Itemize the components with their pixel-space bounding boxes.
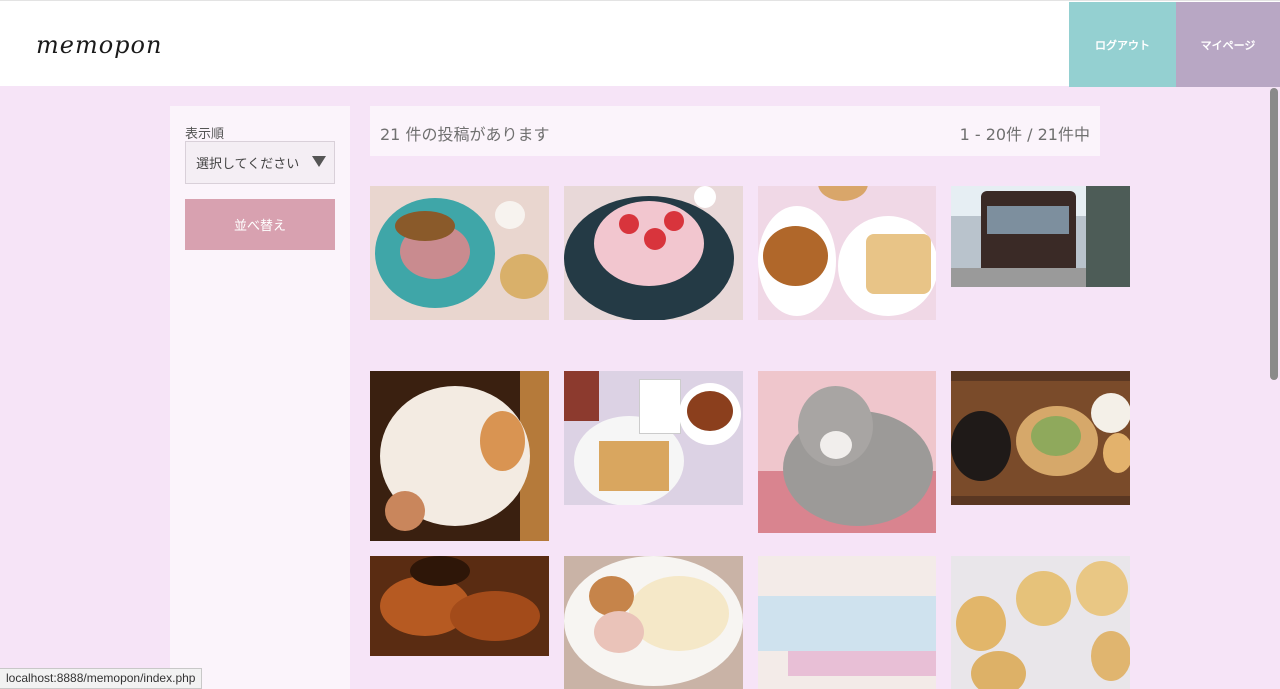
- sort-order-select[interactable]: 選択してください: [185, 141, 335, 184]
- ribbon-shape: [788, 651, 936, 676]
- strawberry-shape: [644, 228, 666, 250]
- cookie-shape: [956, 596, 1006, 651]
- jar-shape: [564, 371, 599, 421]
- tart-shape: [818, 186, 868, 201]
- site-logo[interactable]: memopon: [36, 31, 162, 59]
- soup-cup-shape: [1091, 393, 1130, 433]
- tea-shape: [763, 226, 828, 286]
- foliage-shape: [450, 591, 540, 641]
- status-bar-url: localhost:8888/memopon/index.php: [0, 668, 203, 689]
- post-tea-cheesecake[interactable]: [758, 186, 936, 320]
- cat-patch-shape: [480, 411, 525, 471]
- curry-shape: [395, 211, 455, 241]
- bread-shape: [1103, 433, 1130, 473]
- shelter-shape: [1086, 186, 1130, 287]
- salad-shape: [589, 576, 634, 616]
- post-for-you-card[interactable]: [758, 556, 936, 689]
- post-bear-cookies[interactable]: [951, 556, 1130, 689]
- sort-select-value: 選択してください: [196, 157, 300, 172]
- post-sleeping-cat[interactable]: [370, 371, 549, 541]
- cookie-shape: [1091, 631, 1130, 681]
- page-range-text: 1 - 20件 / 21件中: [959, 125, 1090, 144]
- dessert-shape: [495, 201, 525, 229]
- omelette-shape: [629, 576, 729, 651]
- logout-button[interactable]: ログアウト: [1069, 2, 1176, 87]
- tea-shape: [687, 391, 733, 431]
- gold-board-shape: [599, 441, 669, 491]
- post-omurice[interactable]: [564, 556, 743, 689]
- skillet-shape: [951, 411, 1011, 481]
- page-scrollbar[interactable]: [1270, 88, 1278, 380]
- chevron-down-icon: [312, 156, 326, 167]
- cookie-shape: [1016, 571, 1071, 626]
- card-shape: [758, 596, 936, 651]
- bus-window-shape: [987, 206, 1069, 234]
- cat-patch-shape: [385, 491, 425, 531]
- post-hamburg-lunch[interactable]: [951, 371, 1130, 505]
- decoration-shape: [694, 186, 716, 208]
- salad-shape: [500, 254, 548, 299]
- sort-label: 表示順: [185, 127, 225, 142]
- post-count-bar: 21 件の投稿があります 1 - 20件 / 21件中: [370, 106, 1100, 156]
- panda-box-shape: [639, 379, 681, 434]
- strawberry-shape: [619, 214, 639, 234]
- cookie-shape: [971, 651, 1026, 689]
- post-count-text: 21 件の投稿があります: [380, 125, 550, 144]
- side-bowl-shape: [594, 611, 644, 653]
- mypage-button[interactable]: マイページ: [1176, 2, 1280, 87]
- strawberry-shape: [664, 211, 684, 231]
- site-header: memopon ログアウト マイページ: [0, 0, 1280, 87]
- cat-muzzle-shape: [820, 431, 852, 459]
- cake-shape: [866, 234, 931, 294]
- post-gray-cat[interactable]: [758, 371, 936, 533]
- cookie-shape: [1076, 561, 1128, 616]
- post-strawberry-cake[interactable]: [564, 186, 743, 320]
- post-retro-bus[interactable]: [951, 186, 1130, 287]
- post-autumn-leaves[interactable]: [370, 556, 549, 656]
- post-panda-tea-set[interactable]: [564, 371, 743, 505]
- sort-sidebar: 表示順 選択してください 並べ替え: [170, 106, 350, 689]
- salad-shape: [1031, 416, 1081, 456]
- sort-button[interactable]: 並べ替え: [185, 199, 335, 250]
- foliage-shape: [410, 556, 470, 586]
- post-curry-plate[interactable]: [370, 186, 549, 320]
